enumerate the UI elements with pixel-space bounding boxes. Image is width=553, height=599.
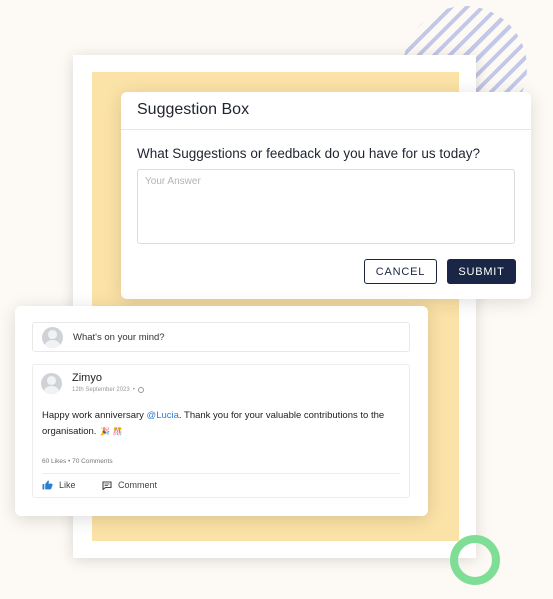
social-feed-card: What's on your mind? Zimyo 12th Septembe… [15, 306, 428, 516]
globe-icon [137, 387, 144, 393]
stats-separator: • [68, 458, 71, 465]
comment-icon [102, 480, 112, 490]
post-date: 12th September 2023 [72, 387, 130, 393]
author-avatar-icon [41, 373, 62, 394]
post-emojis: 🎉 🎊 [100, 427, 123, 436]
user-avatar-icon [42, 327, 63, 348]
like-label: Like [59, 480, 76, 490]
decorative-ring [450, 535, 500, 585]
header-divider [121, 129, 531, 130]
post-stats: 60 Likes • 70 Comments [42, 458, 113, 465]
feedback-question: What Suggestions or feedback do you have… [137, 146, 480, 161]
thumbs-up-icon [42, 480, 53, 490]
likes-count[interactable]: 60 Likes [42, 458, 66, 465]
create-post-input[interactable]: What's on your mind? [32, 322, 410, 352]
comments-count[interactable]: 70 Comments [72, 458, 112, 465]
comment-label: Comment [118, 480, 158, 490]
comment-button[interactable]: Comment [102, 480, 157, 490]
post-meta: 12th September 2023 • [72, 387, 144, 393]
mention-link[interactable]: @Lucia [147, 410, 179, 421]
post-prompt: What's on your mind? [73, 332, 165, 343]
post-text-before: Happy work anniversary [42, 410, 147, 421]
suggestion-box-card: Suggestion Box What Suggestions or feedb… [121, 92, 531, 299]
like-button[interactable]: Like [42, 480, 76, 490]
answer-textarea[interactable]: Your Answer [137, 169, 515, 244]
answer-placeholder: Your Answer [145, 176, 201, 187]
feed-post: Zimyo 12th September 2023 • Happy work a… [32, 364, 410, 498]
suggestion-box-title: Suggestion Box [137, 101, 250, 118]
post-author[interactable]: Zimyo [72, 372, 102, 384]
submit-button[interactable]: SUBMIT [447, 259, 516, 284]
cancel-button[interactable]: CANCEL [364, 259, 437, 284]
post-text: Happy work anniversary @Lucia. Thank you… [42, 408, 397, 440]
meta-separator: • [132, 387, 135, 393]
actions-divider [42, 473, 400, 474]
